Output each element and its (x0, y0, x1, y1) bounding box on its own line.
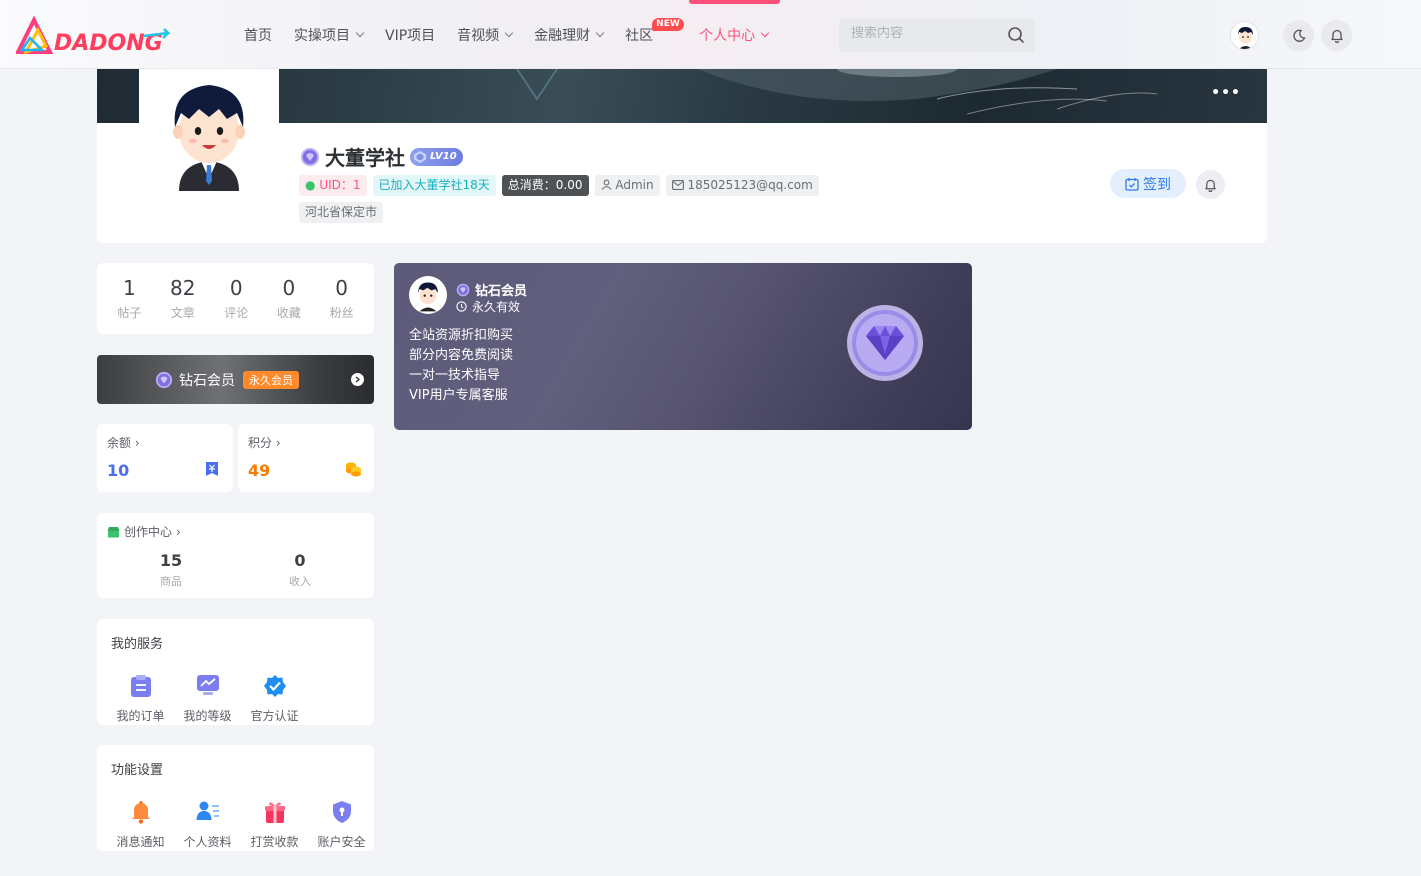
store-icon (107, 526, 120, 537)
diamond-emblem-icon (847, 305, 923, 381)
nav-practice-projects[interactable]: 实操项目 (294, 0, 365, 69)
profile-name-row: 大董学社 LV10 (300, 142, 463, 171)
location-tag: 河北省保定市 (299, 202, 384, 223)
setting-security[interactable]: 账户安全 (308, 791, 375, 850)
profile-card-icon (196, 801, 219, 820)
vip-card-title: 钻石会员 (456, 280, 527, 299)
email-tag: 185025123@qq.com (665, 175, 819, 196)
wallet-icon (206, 462, 218, 476)
setting-notifications[interactable]: 消息通知 (107, 791, 174, 850)
permanent-member-badge: 永久会员 (243, 370, 299, 389)
profile-name: 大董学社 (325, 146, 405, 170)
settings-card: 功能设置 消息通知 个人资料 打赏收款 账户安全 (97, 745, 374, 851)
level-gem-icon (414, 150, 426, 163)
setting-profile[interactable]: 个人资料 (174, 791, 241, 850)
site-logo[interactable]: DADONG (16, 16, 181, 56)
diamond-vip-icon (301, 147, 319, 166)
order-icon (130, 675, 151, 697)
joined-days-tag: 已加入大董学社18天 (372, 175, 496, 196)
mail-icon (671, 180, 684, 190)
main-nav: 首页 实操项目 VIP项目 音视频 金融理财 社区 NEW 个人中心 (244, 0, 790, 69)
wechat-icon: ● (305, 178, 316, 192)
chevron-down-icon (504, 28, 514, 37)
moon-icon (1292, 29, 1306, 42)
list-item: VIP用户专属客服 (409, 388, 508, 403)
vip-membership-card[interactable]: 钻石会员 永久有效 全站资源折扣购买 部分内容免费阅读 一对一技术指导 VIP用… (394, 263, 972, 430)
diamond-vip-icon (456, 283, 470, 296)
user-stats: 1 帖子 82 文章 0 评论 0 收藏 0 粉丝 (97, 263, 374, 334)
coins-icon (346, 462, 361, 477)
nav-finance[interactable]: 金融理财 (534, 0, 605, 69)
clock-icon (456, 301, 467, 312)
profile-avatar[interactable] (139, 69, 279, 191)
chevron-down-icon (760, 28, 770, 37)
verified-badge-icon (263, 675, 286, 697)
setting-rewards[interactable]: 打赏收款 (241, 791, 308, 850)
stat-posts[interactable]: 1 帖子 (117, 276, 141, 321)
more-dots-icon[interactable]: ••• (1211, 85, 1241, 101)
service-level[interactable]: 我的等级 (174, 665, 241, 724)
level-badge: LV10 (410, 147, 463, 166)
service-verification[interactable]: 官方认证 (241, 665, 308, 724)
new-badge: NEW (652, 18, 684, 31)
stat-followers[interactable]: 0 粉丝 (330, 276, 354, 321)
header-avatar[interactable] (1230, 21, 1259, 50)
stat-favorites[interactable]: 0 收藏 (277, 276, 301, 321)
service-orders[interactable]: 我的订单 (107, 665, 174, 724)
search-icon[interactable] (1007, 26, 1025, 44)
theme-toggle-button[interactable] (1283, 20, 1314, 51)
list-item: 部分内容免费阅读 (409, 348, 514, 363)
nav-media[interactable]: 音视频 (457, 0, 514, 69)
gift-icon (264, 802, 285, 823)
nav-community[interactable]: 社区 NEW (625, 0, 684, 69)
avatar (409, 276, 447, 314)
chevron-down-icon (595, 28, 605, 37)
level-chart-icon (196, 675, 219, 695)
signin-button[interactable]: 签到 (1110, 169, 1186, 198)
list-item: 全站资源折扣购买 (409, 328, 514, 343)
uid-tag: ● UID：1 (299, 175, 367, 196)
services-title: 我的服务 (111, 637, 164, 652)
vip-validity: 永久有效 (456, 298, 520, 315)
creation-goods[interactable]: 15 商品 (121, 551, 221, 589)
stat-comments[interactable]: 0 评论 (224, 276, 248, 321)
notifications-button[interactable] (1321, 20, 1352, 51)
user-icon (601, 179, 611, 190)
bell-icon (1330, 29, 1343, 43)
shield-icon (332, 801, 351, 823)
stat-articles[interactable]: 82 文章 (170, 276, 195, 321)
list-item: 一对一技术指导 (409, 368, 501, 383)
profile-card: ••• 大董学社 LV10 ● UID：1 已加入大董学社18天 总消费：0.0… (97, 69, 1267, 243)
role-tag: Admin (594, 175, 660, 196)
diamond-vip-icon (155, 371, 173, 388)
search-box (839, 18, 1035, 52)
calendar-check-icon (1125, 177, 1139, 191)
chevron-right-icon[interactable] (351, 373, 364, 386)
bell-icon (1205, 179, 1216, 192)
follow-notify-button[interactable] (1196, 170, 1225, 199)
vip-perks-list: 全站资源折扣购买 部分内容免费阅读 一对一技术指导 VIP用户专属客服 (409, 326, 513, 406)
nav-user-center[interactable]: 个人中心 (689, 0, 781, 69)
search-input[interactable] (851, 26, 1001, 41)
points-card[interactable]: 积分 › 49 (238, 424, 374, 492)
chevron-down-icon (355, 28, 365, 37)
nav-home[interactable]: 首页 (244, 0, 272, 69)
bell-icon (131, 801, 150, 824)
total-spend-tag: 总消费：0.00 (501, 175, 589, 196)
nav-vip-projects[interactable]: VIP项目 (385, 0, 435, 69)
creation-income[interactable]: 0 收入 (250, 551, 350, 589)
profile-tags: ● UID：1 已加入大董学社18天 总消费：0.00 Admin 185025… (299, 175, 819, 223)
creation-center-card[interactable]: 创作中心 › 15 商品 0 收入 (97, 513, 374, 598)
creation-center-title[interactable]: 创作中心 › (107, 523, 181, 540)
vip-status-bar[interactable]: 钻石会员 永久会员 (97, 355, 374, 404)
site-header: DADONG 首页 实操项目 VIP项目 音视频 金融理财 社区 NEW 个人中心 (0, 0, 1421, 69)
my-services-card: 我的服务 我的订单 我的等级 官方认证 (97, 619, 374, 725)
settings-title: 功能设置 (111, 763, 164, 778)
balance-card[interactable]: 余额 › 10 (97, 424, 233, 492)
